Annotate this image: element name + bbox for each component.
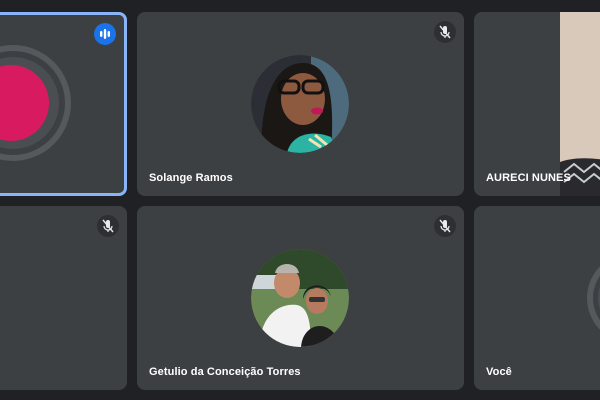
avatar-ring <box>587 266 600 330</box>
participant-name: AURECI NUNES <box>486 172 571 184</box>
participant-tile[interactable]: Getulio da Conceição Torres <box>137 206 464 390</box>
mic-off-icon <box>97 215 119 237</box>
participant-tile-self[interactable]: Você <box>474 206 600 390</box>
participant-name: Você <box>486 366 512 378</box>
participant-tile[interactable]: AURECI NUNES <box>474 12 600 196</box>
mic-off-icon <box>434 21 456 43</box>
participant-tile[interactable] <box>0 206 127 390</box>
avatar-ring <box>0 45 71 161</box>
participant-tile[interactable]: Solange Ramos <box>137 12 464 196</box>
avatar-photo <box>251 249 349 347</box>
participant-name: Getulio da Conceição Torres <box>149 366 301 378</box>
avatar-photo <box>0 264 12 336</box>
meeting-grid: Solange Ramos AURECI NUNES Getulio da Co… <box>0 0 600 400</box>
mic-off-icon <box>434 215 456 237</box>
video-feed <box>560 12 600 196</box>
participant-tile-speaking[interactable] <box>0 12 127 196</box>
participant-name: Solange Ramos <box>149 172 233 184</box>
audio-level-icon <box>94 23 116 45</box>
avatar-photo <box>251 55 349 153</box>
